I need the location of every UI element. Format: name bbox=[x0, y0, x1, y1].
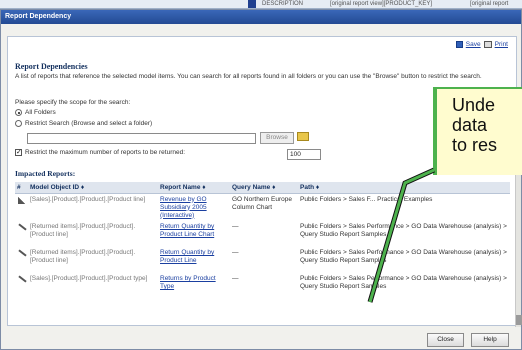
row-icon-cell bbox=[15, 273, 28, 299]
table-row: [Returned items].[Product].[Product].[Pr… bbox=[15, 247, 510, 273]
model-object-id-cell: [Returned items].[Product].[Product].[Pr… bbox=[30, 223, 136, 238]
scope-label: Please specify the scope for the search: bbox=[15, 99, 131, 106]
report-name-link[interactable]: Return Quantity by Product Line bbox=[158, 247, 230, 273]
dialog-content-panel: Save Print Report Dependencies A list of… bbox=[7, 36, 517, 326]
table-row: [Sales].[Product].[Product].[Product typ… bbox=[15, 273, 510, 299]
background-window-strip: DESCRIPTION [original report view][PRODU… bbox=[0, 0, 522, 9]
path-cell: Public Folders > Sales Performance > GO … bbox=[300, 223, 507, 238]
query-name-cell: — bbox=[232, 275, 239, 282]
column-header-model-object-id[interactable]: Model Object ID ♦ bbox=[28, 182, 158, 194]
query-name-cell: — bbox=[232, 249, 239, 256]
dialog-toolbar: Save Print bbox=[455, 41, 508, 48]
radio-restrict-search-label: Restrict Search (Browse and select a fol… bbox=[25, 120, 153, 127]
model-object-id-cell: [Returned items].[Product].[Product].[Pr… bbox=[30, 249, 136, 264]
model-object-id-cell: [Sales].[Product].[Product].[Product lin… bbox=[30, 195, 146, 203]
background-selection-marker bbox=[248, 0, 256, 8]
path-cell: Public Folders > Sales F... Practical Ex… bbox=[300, 195, 433, 203]
background-column-original: [original report bbox=[470, 1, 509, 7]
report-dependency-dialog: Report Dependency Save Print Report Depe… bbox=[0, 9, 522, 350]
limit-checkbox[interactable]: ✓ bbox=[15, 149, 22, 156]
annotation-callout: Unde data to res bbox=[433, 87, 522, 175]
description-text: A list of reports that reference the sel… bbox=[15, 73, 482, 80]
background-column-description: DESCRIPTION bbox=[262, 1, 304, 7]
report-name-link[interactable]: Revenue by GO Subsidiary 2005 (Interacti… bbox=[158, 193, 230, 221]
column-header-query-name[interactable]: Query Name ♦ bbox=[230, 182, 298, 194]
print-link[interactable]: Print bbox=[495, 41, 508, 48]
callout-line-1: Unde bbox=[452, 95, 496, 115]
radio-all-folders[interactable] bbox=[15, 109, 22, 116]
table-scrollbar[interactable] bbox=[515, 155, 522, 327]
limit-row: ✓ Restrict the maximum number of reports… bbox=[15, 149, 185, 156]
help-button[interactable]: Help bbox=[471, 333, 509, 347]
level-icon bbox=[17, 196, 26, 205]
report-name-link[interactable]: Return Quantity by Product Line Chart bbox=[158, 221, 230, 247]
model-object-id-cell: [Sales].[Product].[Product].[Product typ… bbox=[30, 275, 148, 282]
folder-icon[interactable] bbox=[297, 132, 309, 141]
column-header-path[interactable]: Path ♦ bbox=[298, 182, 510, 194]
report-name-link[interactable]: Returns by Product Type bbox=[158, 273, 230, 299]
save-icon[interactable] bbox=[455, 41, 463, 48]
callout-line-2: data bbox=[452, 115, 488, 135]
background-column-product-key: [original report view][PRODUCT_KEY] bbox=[330, 1, 433, 7]
query-name-cell: GO Northern Europe Column Chart bbox=[232, 195, 292, 211]
folder-path-input[interactable] bbox=[27, 133, 256, 144]
limit-label: Restrict the maximum number of reports t… bbox=[25, 149, 186, 156]
radio-all-folders-label: All Folders bbox=[25, 109, 56, 116]
max-reports-input[interactable]: 100 bbox=[287, 149, 321, 160]
column-header-number[interactable]: # bbox=[15, 182, 28, 194]
scrollbar-thumb[interactable] bbox=[516, 315, 522, 325]
query-name-cell: — bbox=[232, 223, 239, 230]
column-header-report-name[interactable]: Report Name ♦ bbox=[158, 182, 230, 194]
save-link[interactable]: Save bbox=[466, 41, 481, 48]
impacted-reports-table: # Model Object ID ♦ Report Name ♦ Query … bbox=[15, 182, 510, 299]
browse-button[interactable]: Browse bbox=[260, 132, 294, 144]
dialog-title: Report Dependency bbox=[5, 13, 72, 20]
row-icon-cell bbox=[15, 193, 28, 221]
callout-line-3: to res bbox=[452, 135, 498, 155]
item-icon bbox=[17, 249, 26, 258]
dialog-title-bar[interactable]: Report Dependency bbox=[1, 10, 521, 24]
radio-restrict-search[interactable] bbox=[15, 120, 22, 127]
item-icon bbox=[17, 223, 26, 232]
page-title: Report Dependencies bbox=[15, 62, 88, 71]
scope-option-restrict[interactable]: Restrict Search (Browse and select a fol… bbox=[15, 120, 152, 127]
path-cell: Public Folders > Sales Performance > GO … bbox=[300, 275, 507, 290]
close-button[interactable]: Close bbox=[427, 333, 464, 347]
path-cell: Public Folders > Sales Performance > GO … bbox=[300, 249, 507, 264]
print-icon[interactable] bbox=[483, 41, 492, 48]
table-row: [Sales].[Product].[Product].[Product lin… bbox=[15, 193, 510, 221]
row-icon-cell bbox=[15, 247, 28, 273]
row-icon-cell bbox=[15, 221, 28, 247]
impacted-reports-heading: Impacted Reports: bbox=[15, 169, 76, 178]
scope-option-all-folders[interactable]: All Folders bbox=[15, 109, 56, 116]
table-header-row: # Model Object ID ♦ Report Name ♦ Query … bbox=[15, 182, 510, 194]
table-row: [Returned items].[Product].[Product].[Pr… bbox=[15, 221, 510, 247]
item-icon bbox=[17, 275, 26, 284]
